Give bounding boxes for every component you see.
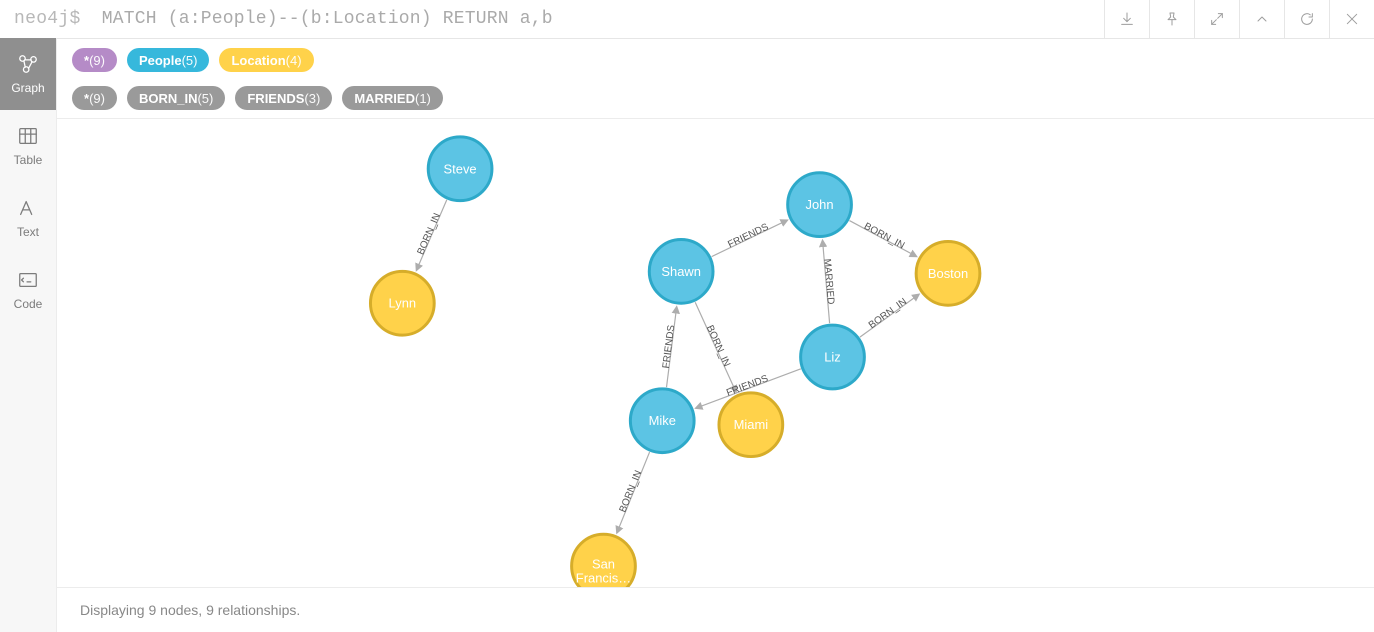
graph-edge[interactable]: BORN_IN [617,452,650,533]
node-label-pill[interactable]: People(5) [127,48,210,72]
view-tab-label: Table [14,153,43,167]
svg-text:MARRIED: MARRIED [821,258,836,305]
svg-text:BORN_IN: BORN_IN [862,221,906,252]
refresh-icon[interactable] [1284,0,1329,38]
result-view-sidebar: Graph Table Text Code [0,38,57,632]
repl-prompt: neo4j$ [0,0,102,38]
graph-node[interactable]: Miami [719,393,783,457]
graph-node[interactable]: Steve [428,137,492,201]
graph-canvas[interactable]: BORN_IN FRIENDS BORN_IN MARRIED BORN_IN FRIEN… [56,118,1374,587]
pin-icon[interactable] [1149,0,1194,38]
svg-text:Mike: Mike [649,413,676,428]
view-tab-text[interactable]: Text [0,182,56,254]
graph-node[interactable]: Shawn [649,239,713,303]
graph-node[interactable]: John [788,173,852,237]
svg-text:BORN_IN: BORN_IN [867,296,909,331]
download-icon[interactable] [1104,0,1149,38]
svg-text:Shawn: Shawn [661,264,701,279]
graph-edge[interactable]: FRIENDS [661,307,677,387]
svg-text:BORN_IN: BORN_IN [617,469,644,514]
result-toolbar [1104,0,1374,38]
view-tab-label: Code [14,297,43,311]
expand-icon[interactable] [1194,0,1239,38]
cypher-query[interactable]: MATCH (a:People)--(b:Location) RETURN a,… [102,0,1104,38]
view-tab-table[interactable]: Table [0,110,56,182]
svg-text:Miami: Miami [734,417,769,432]
svg-text:Steve: Steve [444,161,477,176]
graph-node[interactable]: Mike [630,389,694,453]
graph-node[interactable]: Lynn [370,271,434,335]
view-tab-label: Graph [11,81,44,95]
graph-node[interactable]: Boston [916,241,980,305]
text-icon [17,197,39,219]
svg-text:FRIENDS: FRIENDS [726,221,770,250]
svg-text:Boston: Boston [928,266,968,281]
relationship-type-pill[interactable]: BORN_IN(5) [127,86,225,110]
status-footer: Displaying 9 nodes, 9 relationships. [56,587,1374,632]
graph-node[interactable]: SanFrancis… [572,534,636,587]
graph-edge[interactable]: BORN_IN [415,200,447,270]
svg-text:BORN_IN: BORN_IN [704,324,732,369]
code-icon [17,269,39,291]
svg-text:John: John [806,197,834,212]
graph-edge[interactable]: BORN_IN [849,221,916,257]
table-icon [17,125,39,147]
node-label-pill[interactable]: Location(4) [219,48,313,72]
graph-edge[interactable]: FRIENDS [712,220,788,256]
close-icon[interactable] [1329,0,1374,38]
graph-icon [17,53,39,75]
chevron-up-icon[interactable] [1239,0,1284,38]
svg-text:Liz: Liz [824,349,841,364]
relationship-type-pill[interactable]: FRIENDS(3) [235,86,332,110]
result-panel: *(9) People(5) Location(4) *(9) BORN_IN(5) F… [56,38,1374,632]
relationship-type-pill[interactable]: MARRIED(1) [342,86,443,110]
node-label-row: *(9) People(5) Location(4) [72,48,1358,72]
svg-text:Lynn: Lynn [389,296,417,311]
graph-node[interactable]: Liz [801,325,865,389]
view-tab-code[interactable]: Code [0,254,56,326]
svg-text:BORN_IN: BORN_IN [415,211,443,256]
graph-edge[interactable]: MARRIED [821,240,836,323]
label-legend: *(9) People(5) Location(4) *(9) BORN_IN(5) F… [56,38,1374,112]
view-tab-label: Text [17,225,39,239]
view-tab-graph[interactable]: Graph [0,38,56,110]
node-label-pill[interactable]: *(9) [72,48,117,72]
graph-edge[interactable]: BORN_IN [695,302,736,392]
svg-text:FRIENDS: FRIENDS [661,324,677,369]
query-bar: neo4j$ MATCH (a:People)--(b:Location) RE… [0,0,1374,39]
relationship-type-pill[interactable]: *(9) [72,86,117,110]
relationship-type-row: *(9) BORN_IN(5) FRIENDS(3) MARRIED(1) [72,86,1358,110]
graph-edge[interactable]: BORN_IN [860,294,919,337]
